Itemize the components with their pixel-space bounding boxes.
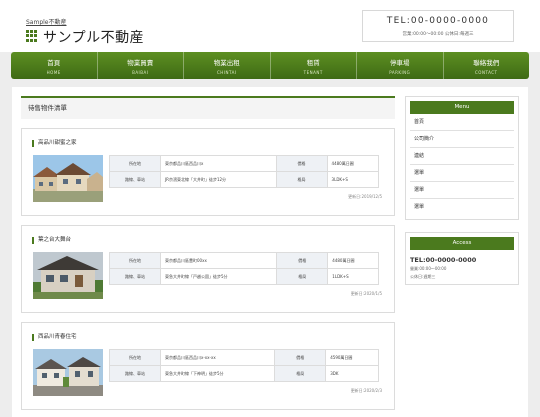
info-value: 東急大井町線「戸越公園」徒步5分: [159, 268, 278, 285]
property-title[interactable]: 高品川甜蜜之家: [32, 140, 77, 147]
access-tel: TEL:00-0000-0000: [410, 256, 477, 264]
section-title: 待售物件清單: [21, 96, 395, 119]
property-photo[interactable]: [33, 252, 103, 299]
info-value: 4590萬日圓: [325, 349, 379, 366]
property-list: 待售物件清單 高品川甜蜜之家 所在地 東京都品川區西品川x 價格 4480萬日圓…: [21, 96, 395, 410]
info-value: 4480萬日圓: [327, 252, 379, 269]
logo-icon: [26, 30, 38, 42]
info-value: 3DK: [325, 365, 379, 382]
menu-item-links[interactable]: 連結: [410, 148, 514, 165]
access-holiday: 公休日:週期三: [410, 274, 436, 279]
menu-item[interactable]: 選單: [410, 165, 514, 182]
nav-item-tenant[interactable]: 租賃 TENANT: [271, 52, 357, 79]
property-photo[interactable]: [33, 349, 103, 396]
nav-item-baibai[interactable]: 物業買賣 BAIBAI: [98, 52, 184, 79]
nav-item-parking[interactable]: 停車場 PARKING: [357, 52, 444, 79]
property-title[interactable]: 西品川青春住宅: [32, 334, 77, 341]
property-card: 西品川青春住宅 所在地 東京都品川區西品川x-xx-xx 價格 4590萬日圓 …: [21, 322, 395, 410]
access-widget: Access TEL:00-0000-0000 營業:00:00〜00:00 公…: [405, 232, 519, 285]
property-info-table: 所在地 東京都品川區豊町00xx 價格 4480萬日圓 路線、車站 東急大井町線…: [109, 252, 379, 285]
access-title: Access: [410, 237, 514, 250]
menu-item-home[interactable]: 首頁: [410, 114, 514, 131]
property-title[interactable]: 葉之台大舞台: [32, 237, 71, 244]
nav-item-contact[interactable]: 聯絡我們 CONTACT: [444, 52, 530, 79]
info-value: 東京都品川區豊町00xx: [159, 252, 278, 269]
info-value: 東京都品川區西品川x-xx-xx: [159, 349, 276, 366]
site-header: Sample不動産 サンプル不動産 TEL:00-0000-0000 営業:00…: [0, 0, 540, 52]
access-hours: 營業:00:00〜00:00: [410, 266, 447, 271]
menu-title: Menu: [410, 101, 514, 114]
nav-label: 物業買賣: [127, 59, 154, 67]
info-label: 路線、車站: [109, 171, 161, 188]
info-label: 所在地: [109, 349, 161, 366]
nav-sublabel: PARKING: [389, 70, 411, 75]
nav-label: 聯絡我們: [473, 59, 500, 67]
header-hours: 営業:00:00〜00:00 公休日:毎週三: [402, 32, 474, 37]
nav-sublabel: CHINTAI: [216, 70, 237, 75]
header-contact-box: TEL:00-0000-0000 営業:00:00〜00:00 公休日:毎週三: [362, 10, 514, 42]
nav-label: 物業出租: [213, 59, 240, 67]
info-value: 東急大井町線「下神明」徒步5分: [159, 365, 276, 382]
updated-date: 更新日:2020/1/5: [350, 291, 382, 296]
sidebar: Menu 首頁 公司簡介 連結 選單 選單 選單 Access TEL:00-0…: [405, 96, 519, 285]
info-value: 1LDK+S: [327, 268, 379, 285]
info-label: 格局: [276, 268, 329, 285]
property-card: 高品川甜蜜之家 所在地 東京都品川區西品川x 價格 4480萬日圓 路線、車站 …: [21, 128, 395, 216]
menu-item[interactable]: 選單: [410, 199, 514, 215]
site-tagline-link[interactable]: Sample不動産: [26, 17, 67, 26]
nav-label: 首頁: [47, 59, 61, 67]
info-value: 東京都品川區西品川x: [160, 155, 277, 172]
info-label: 所在地: [109, 155, 161, 172]
main-area: 待售物件清單 高品川甜蜜之家 所在地 東京都品川區西品川x 價格 4480萬日圓…: [12, 87, 528, 417]
nav-item-home[interactable]: 首頁 HOME: [11, 52, 98, 79]
info-label: 路線、車站: [109, 268, 161, 285]
nav-sublabel: CONTACT: [475, 70, 498, 75]
nav-sublabel: HOME: [46, 70, 61, 75]
updated-date: 更新日:2019/12/5: [348, 194, 382, 199]
header-tel: TEL:00-0000-0000: [386, 16, 490, 26]
nav-label: 停車場: [390, 59, 410, 67]
menu-item[interactable]: 選單: [410, 182, 514, 199]
info-label: 所在地: [109, 252, 161, 269]
property-photo[interactable]: [33, 155, 103, 202]
menu-widget: Menu 首頁 公司簡介 連結 選單 選單 選單: [405, 96, 519, 220]
info-label: 路線、車站: [109, 365, 161, 382]
site-name[interactable]: サンプル不動産: [43, 27, 144, 47]
nav-label: 租賃: [306, 59, 320, 67]
info-label: 價格: [274, 349, 327, 366]
updated-date: 更新日:2020/2/3: [350, 388, 382, 393]
info-value: JR京濱東北線「大井町」徒步12分: [160, 171, 277, 188]
global-nav: 首頁 HOME 物業買賣 BAIBAI 物業出租 CHINTAI 租賃 TENA…: [11, 52, 529, 79]
nav-item-chintai[interactable]: 物業出租 CHINTAI: [184, 52, 271, 79]
nav-sublabel: TENANT: [303, 70, 323, 75]
info-label: 格局: [274, 365, 327, 382]
info-label: 價格: [276, 252, 329, 269]
menu-item-company[interactable]: 公司簡介: [410, 131, 514, 148]
info-value: 4480萬日圓: [326, 155, 380, 172]
property-info-table: 所在地 東京都品川區西品川x 價格 4480萬日圓 路線、車站 JR京濱東北線「…: [109, 155, 380, 188]
property-info-table: 所在地 東京都品川區西品川x-xx-xx 價格 4590萬日圓 路線、車站 東急…: [109, 349, 379, 382]
info-label: 價格: [275, 155, 328, 172]
nav-sublabel: BAIBAI: [132, 70, 149, 75]
info-label: 格局: [275, 171, 328, 188]
info-value: 3LDK+S: [326, 171, 380, 188]
property-card: 葉之台大舞台 所在地 東京都品川區豊町00xx 價格 4480萬日圓 路線、車站…: [21, 225, 395, 313]
